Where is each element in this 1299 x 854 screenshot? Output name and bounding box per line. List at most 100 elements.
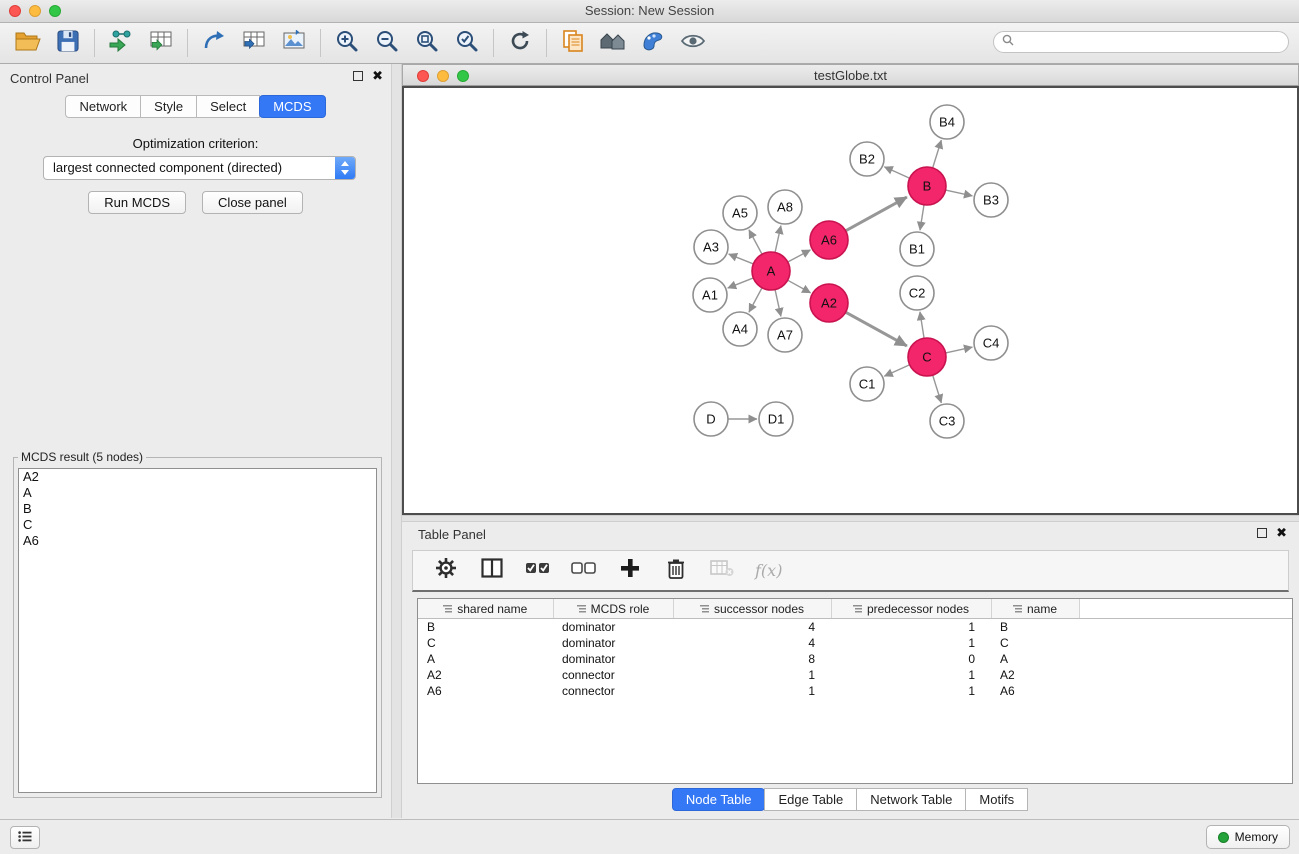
result-item[interactable]: A6 xyxy=(19,533,376,549)
export-table-button[interactable] xyxy=(234,26,274,60)
graph-edge-C-C3[interactable] xyxy=(933,375,942,403)
graph-node-A1[interactable]: A1 xyxy=(693,278,727,312)
select-all-button[interactable] xyxy=(525,558,551,584)
graph-node-C1[interactable]: C1 xyxy=(850,367,884,401)
table-cell[interactable]: 1 xyxy=(673,683,831,699)
mcds-result-list[interactable]: A2ABCA6 xyxy=(18,468,377,793)
export-image-button[interactable] xyxy=(274,26,314,60)
graph-node-B3[interactable]: B3 xyxy=(974,183,1008,217)
table-row[interactable]: Bdominator41B xyxy=(418,619,1293,636)
copy-document-button[interactable] xyxy=(553,26,593,60)
table-cell[interactable]: 0 xyxy=(831,651,991,667)
column-header-successor-nodes[interactable]: successor nodes xyxy=(673,599,831,619)
table-cell[interactable]: 1 xyxy=(831,667,991,683)
column-header-MCDS-role[interactable]: MCDS role xyxy=(553,599,673,619)
task-history-button[interactable] xyxy=(10,826,40,849)
table-cell[interactable]: 8 xyxy=(673,651,831,667)
graph-edge-C-C2[interactable] xyxy=(920,312,924,338)
table-cell[interactable]: 1 xyxy=(831,683,991,699)
import-table-button[interactable] xyxy=(141,26,181,60)
graph-node-B2[interactable]: B2 xyxy=(850,142,884,176)
graph-node-A3[interactable]: A3 xyxy=(694,230,728,264)
table-cell[interactable]: connector xyxy=(553,667,673,683)
graph-edge-A-A4[interactable] xyxy=(749,288,762,312)
node-table[interactable]: shared nameMCDS rolesuccessor nodesprede… xyxy=(417,598,1293,784)
float-panel-icon[interactable] xyxy=(353,71,363,81)
tab-node-table[interactable]: Node Table xyxy=(672,788,766,811)
graph-edge-B-B3[interactable] xyxy=(946,190,973,196)
vertical-splitter[interactable] xyxy=(391,64,402,818)
tab-select[interactable]: Select xyxy=(196,95,260,118)
optimization-criterion-select[interactable]: largest connected component (directed) xyxy=(43,156,356,180)
graph-node-C[interactable]: C xyxy=(908,338,946,376)
graph-edge-A-A7[interactable] xyxy=(775,290,781,317)
graph-node-D1[interactable]: D1 xyxy=(759,402,793,436)
tab-mcds[interactable]: MCDS xyxy=(259,95,325,118)
create-column-button[interactable] xyxy=(617,558,643,584)
zoom-out-button[interactable] xyxy=(367,26,407,60)
memory-button[interactable]: Memory xyxy=(1206,825,1290,849)
style-button[interactable] xyxy=(633,26,673,60)
graph-edge-A-A6[interactable] xyxy=(788,250,811,262)
table-cell[interactable]: 1 xyxy=(673,667,831,683)
table-cell[interactable]: dominator xyxy=(553,651,673,667)
graph-node-A2[interactable]: A2 xyxy=(810,284,848,322)
table-cell[interactable]: A6 xyxy=(991,683,1079,699)
close-table-panel-icon[interactable]: ✖ xyxy=(1276,528,1287,538)
graph-edge-A-A1[interactable] xyxy=(728,278,754,288)
table-cell[interactable]: 4 xyxy=(673,635,831,651)
tab-network-table[interactable]: Network Table xyxy=(856,788,966,811)
graph-node-A6[interactable]: A6 xyxy=(810,221,848,259)
table-row[interactable]: Adominator80A xyxy=(418,651,1293,667)
import-network-button[interactable] xyxy=(101,26,141,60)
column-header-name[interactable]: name xyxy=(991,599,1079,619)
float-table-panel-icon[interactable] xyxy=(1257,528,1267,538)
graph-edge-A-A2[interactable] xyxy=(788,280,811,293)
delete-columns-button[interactable] xyxy=(663,558,689,584)
table-cell[interactable]: A2 xyxy=(991,667,1079,683)
result-item[interactable]: A2 xyxy=(19,469,376,485)
table-cell[interactable]: 1 xyxy=(831,635,991,651)
graph-edge-C-C4[interactable] xyxy=(946,347,973,353)
graph-edge-C-C1[interactable] xyxy=(884,365,909,376)
tab-motifs[interactable]: Motifs xyxy=(965,788,1028,811)
table-cell[interactable]: 1 xyxy=(831,619,991,636)
apply-layout-button[interactable] xyxy=(500,26,540,60)
zoom-fit-button[interactable] xyxy=(407,26,447,60)
graph-node-A7[interactable]: A7 xyxy=(768,318,802,352)
deselect-all-button[interactable] xyxy=(571,558,597,584)
graph-node-A5[interactable]: A5 xyxy=(723,196,757,230)
show-hide-button[interactable] xyxy=(673,26,713,60)
result-item[interactable]: C xyxy=(19,517,376,533)
save-session-button[interactable] xyxy=(48,26,88,60)
graph-node-C4[interactable]: C4 xyxy=(974,326,1008,360)
result-item[interactable]: A xyxy=(19,485,376,501)
graph-edge-B-B2[interactable] xyxy=(884,167,909,178)
tab-style[interactable]: Style xyxy=(140,95,197,118)
graph-node-C3[interactable]: C3 xyxy=(930,404,964,438)
column-header-predecessor-nodes[interactable]: predecessor nodes xyxy=(831,599,991,619)
graph-edge-A2-C[interactable] xyxy=(846,312,907,346)
table-cell[interactable]: A xyxy=(418,651,553,667)
table-cell[interactable]: B xyxy=(418,619,553,636)
table-row[interactable]: A2connector11A2 xyxy=(418,667,1293,683)
graph-node-A4[interactable]: A4 xyxy=(723,312,757,346)
graph-node-B[interactable]: B xyxy=(908,167,946,205)
graph-node-B1[interactable]: B1 xyxy=(900,232,934,266)
run-mcds-button[interactable]: Run MCDS xyxy=(88,191,186,214)
delete-table-button[interactable] xyxy=(709,558,735,584)
table-row[interactable]: Cdominator41C xyxy=(418,635,1293,651)
table-cell[interactable]: dominator xyxy=(553,635,673,651)
table-cell[interactable]: C xyxy=(991,635,1079,651)
tab-edge-table[interactable]: Edge Table xyxy=(764,788,857,811)
graph-node-A[interactable]: A xyxy=(752,252,790,290)
table-row[interactable]: A6connector11A6 xyxy=(418,683,1293,699)
table-settings-button[interactable] xyxy=(433,558,459,584)
graph-edge-B-B1[interactable] xyxy=(920,205,924,230)
table-cell[interactable]: C xyxy=(418,635,553,651)
close-panel-button[interactable]: Close panel xyxy=(202,191,303,214)
graph-node-B4[interactable]: B4 xyxy=(930,105,964,139)
function-builder-button[interactable]: f(x) xyxy=(755,558,782,584)
export-network-button[interactable] xyxy=(194,26,234,60)
table-cell[interactable]: dominator xyxy=(553,619,673,636)
